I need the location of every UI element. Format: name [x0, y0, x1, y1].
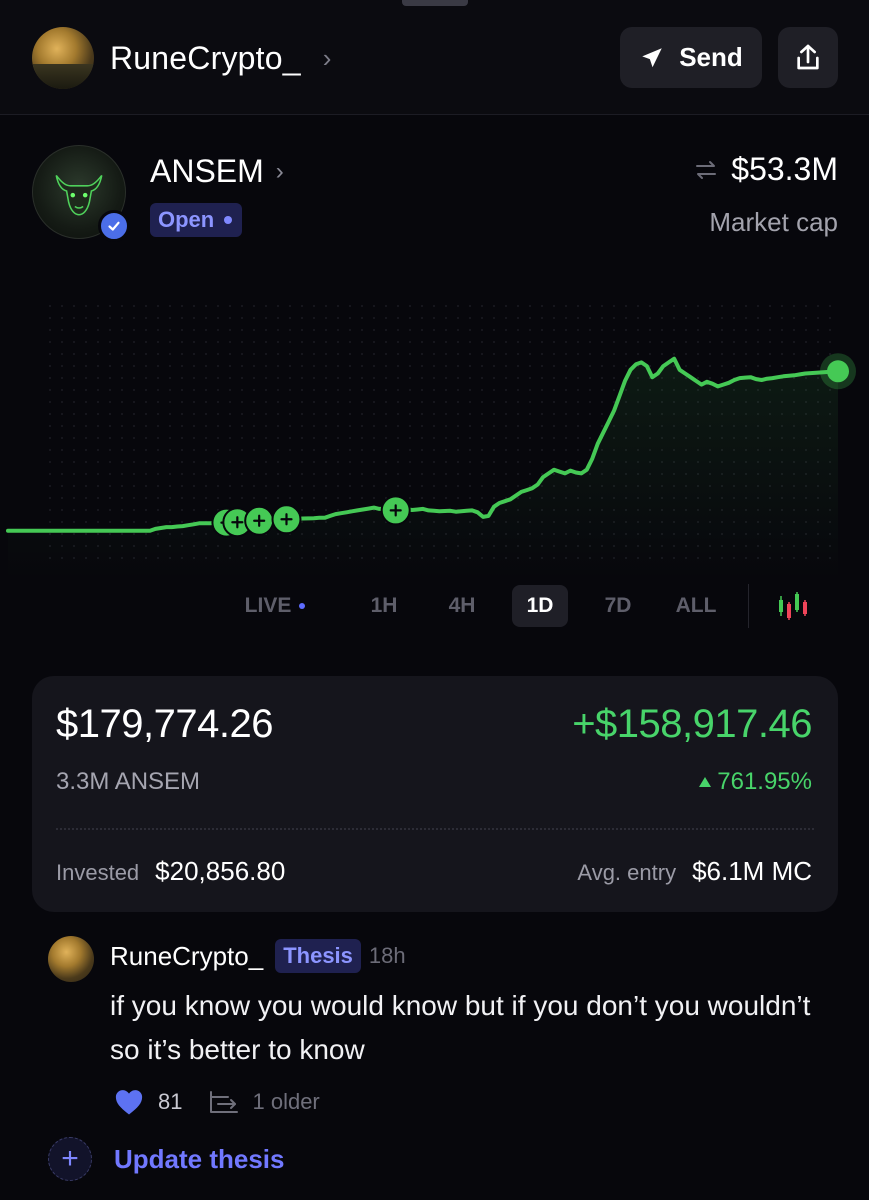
token-name: ANSEM: [150, 153, 264, 189]
like-count: 81: [158, 1089, 183, 1114]
send-button[interactable]: Send: [620, 27, 762, 88]
avatar: [32, 27, 94, 89]
thesis-header: RuneCrypto_ Thesis 18h: [110, 936, 406, 976]
position-pnl-percent: 761.95%: [699, 768, 812, 796]
status-label: Open: [158, 207, 215, 232]
thesis-tag: Thesis: [275, 939, 361, 973]
history-icon: [210, 1091, 239, 1113]
time-range-tabs: LIVE 1H 4H 1D 7D ALL: [230, 584, 724, 628]
older-versions-link[interactable]: 1 older: [208, 1089, 320, 1115]
card-divider: [56, 828, 814, 830]
profile-link[interactable]: RuneCrypto_ ›: [32, 26, 331, 90]
chart-canvas: [6, 300, 856, 580]
plus-icon: +: [48, 1137, 92, 1181]
verified-icon: [98, 210, 130, 242]
bull-icon: [55, 175, 103, 216]
avg-entry-stat: Avg. entry $6.1M MC: [577, 856, 812, 887]
send-icon: [642, 47, 662, 67]
position-holdings: 3.3M ANSEM: [56, 768, 201, 795]
thesis-author[interactable]: RuneCrypto_: [110, 941, 263, 972]
share-icon: [797, 44, 819, 69]
chevron-right-icon: ›: [275, 157, 284, 185]
tab-all[interactable]: ALL: [668, 585, 724, 627]
chevron-right-icon: ›: [322, 42, 332, 73]
avatar[interactable]: [48, 936, 94, 982]
username: RuneCrypto_: [110, 39, 301, 76]
position-value: $179,774.26: [56, 702, 273, 746]
update-thesis-label: Update thesis: [114, 1143, 285, 1174]
market-cap-value: $53.3M: [731, 151, 838, 187]
thesis-actions: 81 1 older: [114, 1084, 320, 1120]
share-button[interactable]: [778, 27, 838, 88]
market-cap-label: Market cap: [709, 207, 838, 237]
price-chart[interactable]: [0, 280, 869, 580]
position-card: $179,774.26 +$158,917.46 3.3M ANSEM 761.…: [32, 676, 838, 912]
avg-entry-label: Avg. entry: [577, 860, 677, 885]
position-pnl: +$158,917.46: [572, 702, 812, 746]
tab-live[interactable]: LIVE: [230, 585, 320, 627]
swap-arrows-icon: [696, 160, 717, 179]
triangle-up-icon: [699, 777, 712, 787]
update-thesis-button[interactable]: + Update thesis: [48, 1136, 285, 1182]
token-name-link[interactable]: ANSEM ›: [150, 153, 284, 190]
thesis-timestamp: 18h: [368, 943, 406, 968]
thesis-text: if you know you would know but if you do…: [110, 990, 811, 1065]
send-label: Send: [679, 42, 743, 72]
invested-stat: Invested $20,856.80: [56, 856, 285, 887]
token-header: ANSEM › Open $53.3M Market cap: [32, 145, 838, 245]
trade-marker[interactable]: [380, 495, 411, 526]
candlestick-toggle[interactable]: [776, 590, 812, 622]
invested-label: Invested: [56, 860, 140, 885]
avg-entry-value: $6.1M MC: [692, 856, 812, 886]
live-dot: [299, 603, 306, 609]
invested-value: $20,856.80: [155, 856, 286, 886]
candlestick-icon: [779, 592, 807, 620]
trade-marker[interactable]: [271, 504, 302, 535]
older-label: 1 older: [252, 1089, 320, 1114]
tab-7d[interactable]: 7D: [590, 585, 646, 627]
heart-icon[interactable]: [114, 1088, 144, 1116]
tabs-divider: [748, 584, 749, 628]
trade-marker[interactable]: [244, 505, 275, 536]
status-dot: [224, 216, 233, 224]
market-cap-toggle[interactable]: $53.3M: [693, 151, 838, 188]
pnl-percent-value: 761.95%: [717, 768, 812, 795]
current-price-dot: [827, 360, 849, 383]
tab-1h[interactable]: 1H: [356, 585, 412, 627]
tab-4h[interactable]: 4H: [434, 585, 490, 627]
tab-1d[interactable]: 1D: [512, 585, 568, 627]
status-badge: Open: [150, 203, 243, 237]
drag-handle[interactable]: [402, 0, 468, 6]
